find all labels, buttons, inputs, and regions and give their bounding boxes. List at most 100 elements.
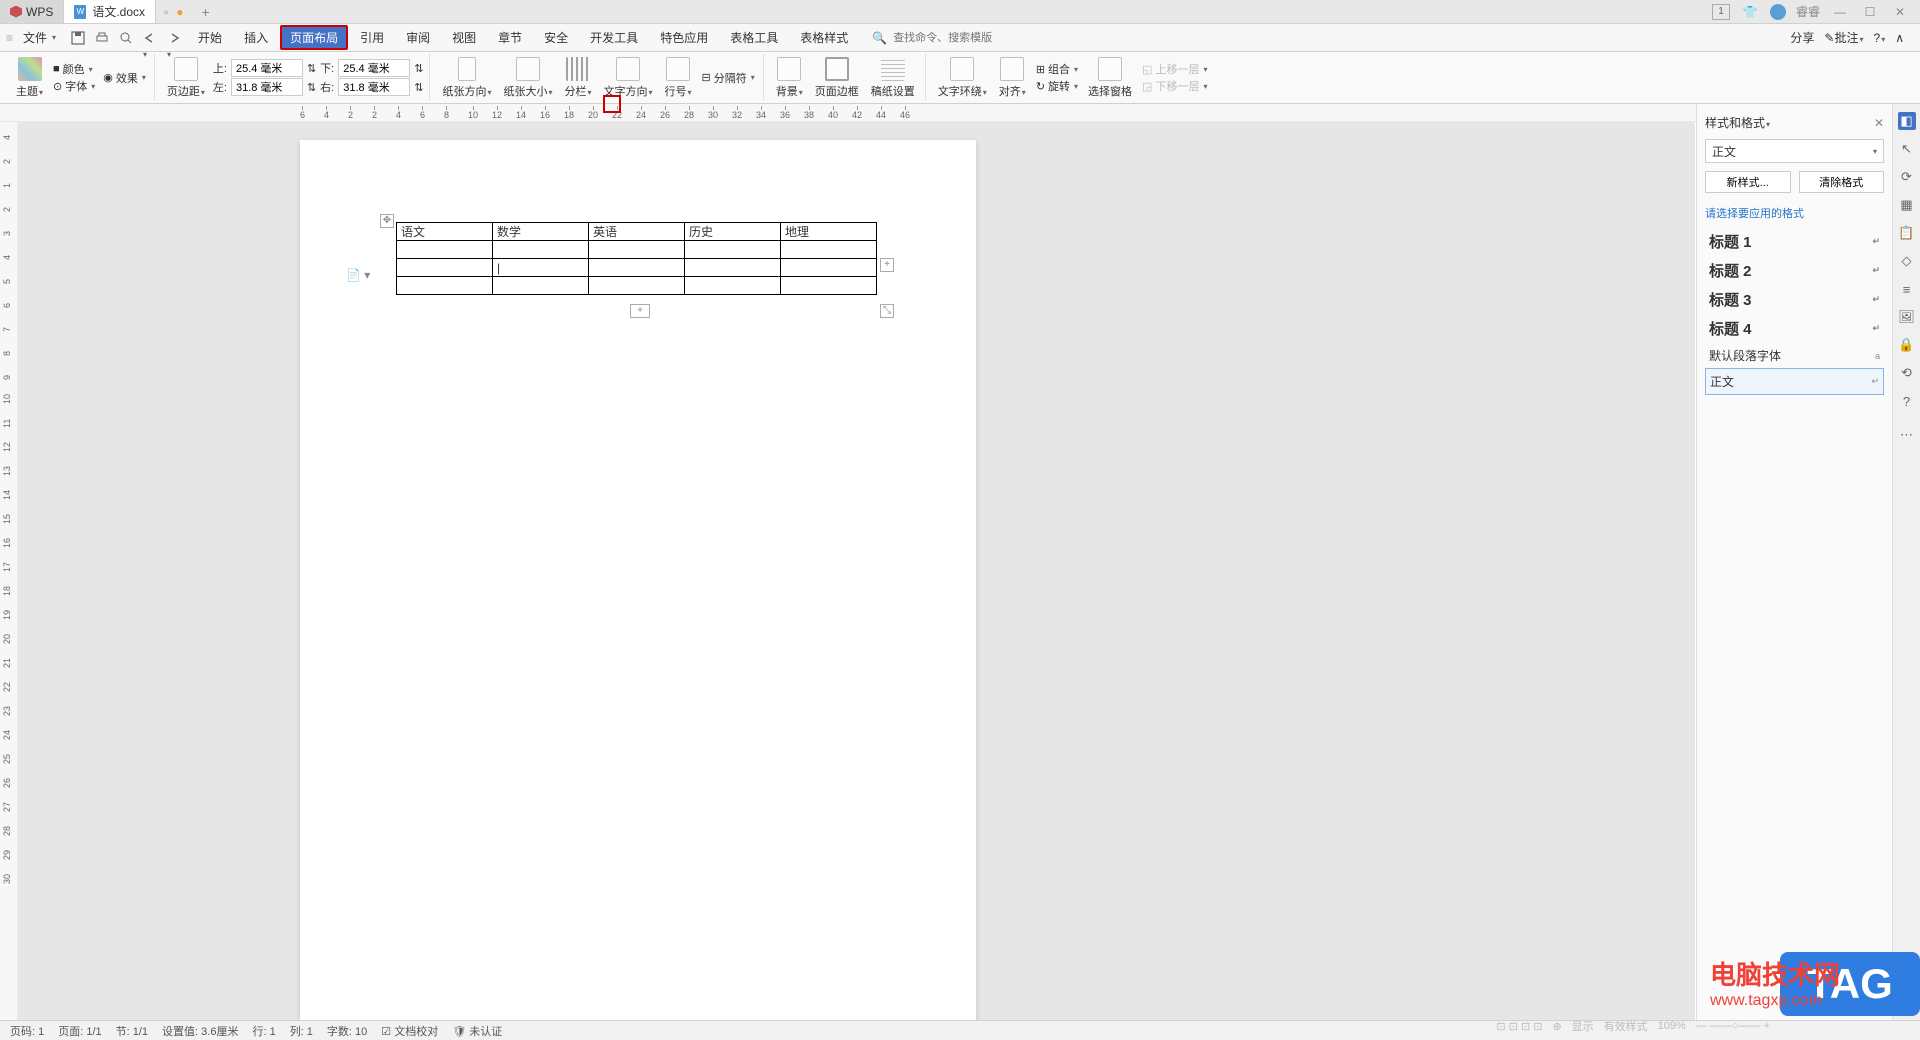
wps-home-tab[interactable]: WPS xyxy=(0,0,63,23)
table-add-column-handle[interactable]: + xyxy=(880,258,894,272)
page-border-button[interactable]: 页面边框 xyxy=(811,55,863,101)
table-cell[interactable] xyxy=(589,277,685,295)
lock-icon[interactable]: 🔒 xyxy=(1898,336,1916,354)
sb-proofing[interactable]: ☑ 文档校对 xyxy=(381,1023,438,1039)
grid-icon[interactable]: ▦ xyxy=(1898,196,1916,214)
annotate-button[interactable]: ✎批注 xyxy=(1824,29,1863,46)
help-icon[interactable]: ? xyxy=(1898,392,1916,410)
theme-color[interactable]: ■颜色 xyxy=(51,61,97,77)
save-icon[interactable] xyxy=(70,30,86,46)
table-cell[interactable]: 历史 xyxy=(685,223,781,241)
help-button[interactable]: ? xyxy=(1874,31,1886,45)
spinner-icon[interactable]: ⇅ xyxy=(307,81,316,94)
spinner-icon[interactable]: ⇅ xyxy=(307,62,316,75)
list-icon[interactable]: ≡ xyxy=(1898,280,1916,298)
document-workspace[interactable]: ✥ 语文 数学 英语 历史 地理 xyxy=(18,122,1695,1020)
tab-references[interactable]: 引用 xyxy=(350,26,394,49)
columns-button[interactable]: 分栏 xyxy=(560,55,595,101)
more-icon[interactable]: ⋯ xyxy=(1898,426,1916,444)
margin-bottom-input[interactable] xyxy=(338,59,410,77)
document-tab[interactable]: W 语文.docx xyxy=(63,0,156,23)
margin-top-input[interactable] xyxy=(231,59,303,77)
tab-review[interactable]: 审阅 xyxy=(396,26,440,49)
sb-words[interactable]: 字数: 10 xyxy=(327,1023,367,1039)
window-minimize[interactable]: — xyxy=(1830,2,1850,22)
panel-close-icon[interactable]: ✕ xyxy=(1874,116,1884,130)
orientation-button[interactable]: 纸张方向 xyxy=(438,55,495,101)
window-maximize[interactable]: ☐ xyxy=(1860,2,1880,22)
current-style-combo[interactable]: 正文 xyxy=(1705,139,1884,163)
print-icon[interactable] xyxy=(94,30,110,46)
theme-effect[interactable]: ◉效果 xyxy=(101,70,148,86)
print-preview-icon[interactable] xyxy=(118,30,134,46)
skin-icon[interactable]: 👕 xyxy=(1740,2,1760,22)
sb-section[interactable]: 节: 1/1 xyxy=(116,1023,148,1039)
redo-icon[interactable] xyxy=(166,30,182,46)
tab-table-tools[interactable]: 表格工具 xyxy=(720,26,788,49)
rotate-button[interactable]: ↻旋转 xyxy=(1034,78,1080,94)
clipboard-icon[interactable]: 📋 xyxy=(1898,224,1916,242)
tab-page-layout[interactable]: 页面布局 xyxy=(280,25,348,50)
document-table[interactable]: 语文 数学 英语 历史 地理 xyxy=(396,222,877,295)
table-cell[interactable] xyxy=(781,277,877,295)
theme-font[interactable]: ⊙字体 xyxy=(51,78,97,94)
table-cell[interactable] xyxy=(493,277,589,295)
refresh-icon[interactable]: ⟳ xyxy=(1898,168,1916,186)
table-cell[interactable] xyxy=(397,259,493,277)
sb-pagenum[interactable]: 页码: 1 xyxy=(10,1023,44,1039)
share-button[interactable]: 分享 xyxy=(1790,29,1814,46)
table-cell-active[interactable] xyxy=(493,259,589,277)
manuscript-button[interactable]: 稿纸设置 xyxy=(867,55,919,101)
notification-badge[interactable]: 1 xyxy=(1712,4,1730,20)
selection-pane-button[interactable]: 选择窗格 xyxy=(1084,55,1136,101)
clear-format-button[interactable]: 清除格式 xyxy=(1799,171,1885,193)
table-cell[interactable]: 数学 xyxy=(493,223,589,241)
table-cell[interactable] xyxy=(685,277,781,295)
text-wrap-button[interactable]: 文字环绕 xyxy=(934,55,991,101)
tab-devtools[interactable]: 开发工具 xyxy=(580,26,648,49)
table-cell[interactable] xyxy=(397,241,493,259)
style-item[interactable]: 标题 1↵ xyxy=(1705,227,1884,256)
cloud-icon[interactable]: ⟲ xyxy=(1898,364,1916,382)
tab-section[interactable]: 章节 xyxy=(488,26,532,49)
ruler-vertical[interactable]: 4212345678910111213141516171819202122232… xyxy=(0,122,18,1020)
tab-featured[interactable]: 特色应用 xyxy=(650,26,718,49)
style-item[interactable]: 标题 2↵ xyxy=(1705,256,1884,285)
table-cell[interactable] xyxy=(589,259,685,277)
spinner-icon[interactable]: ⇅ xyxy=(414,81,423,94)
style-item[interactable]: 默认段落字体a xyxy=(1705,343,1884,368)
tab-security[interactable]: 安全 xyxy=(534,26,578,49)
undo-icon[interactable] xyxy=(142,30,158,46)
align-button[interactable]: 对齐 xyxy=(995,55,1030,101)
table-cell[interactable]: 语文 xyxy=(397,223,493,241)
tab-view[interactable]: 视图 xyxy=(442,26,486,49)
paper-size-button[interactable]: 纸张大小 xyxy=(499,55,556,101)
image-icon[interactable]: 🖼 xyxy=(1898,308,1916,326)
tab-start[interactable]: 开始 xyxy=(188,26,232,49)
style-item[interactable]: 标题 4↵ xyxy=(1705,314,1884,343)
window-close[interactable]: ✕ xyxy=(1890,2,1910,22)
user-avatar[interactable] xyxy=(1770,4,1786,20)
table-cell[interactable]: 英语 xyxy=(589,223,685,241)
tab-table-style[interactable]: 表格样式 xyxy=(790,26,858,49)
table-cell[interactable] xyxy=(589,241,685,259)
table-resize-handle[interactable]: ⤡ xyxy=(880,304,894,318)
tab-menu-icon[interactable]: ▫ xyxy=(164,5,168,19)
table-cell[interactable] xyxy=(685,241,781,259)
theme-button[interactable]: 主题 xyxy=(12,55,47,101)
style-item[interactable]: 标题 3↵ xyxy=(1705,285,1884,314)
table-cell[interactable] xyxy=(781,259,877,277)
styles-pane-icon[interactable]: ◧ xyxy=(1898,112,1916,130)
style-item[interactable]: 正文↵ xyxy=(1705,368,1884,395)
margins-button[interactable]: 页边距 xyxy=(163,55,209,101)
new-style-button[interactable]: 新样式... xyxy=(1705,171,1791,193)
text-direction-button[interactable]: 文字方向 xyxy=(600,55,657,101)
new-tab-button[interactable]: + xyxy=(192,4,220,20)
line-number-button[interactable]: 行号 xyxy=(661,55,696,101)
breaks-button[interactable]: ⊟分隔符 xyxy=(700,70,757,86)
background-button[interactable]: 背景 xyxy=(772,55,807,101)
tab-insert[interactable]: 插入 xyxy=(234,26,278,49)
margin-right-input[interactable] xyxy=(338,78,410,96)
shape-icon[interactable]: ◇ xyxy=(1898,252,1916,270)
table-move-handle[interactable]: ✥ xyxy=(380,214,394,228)
